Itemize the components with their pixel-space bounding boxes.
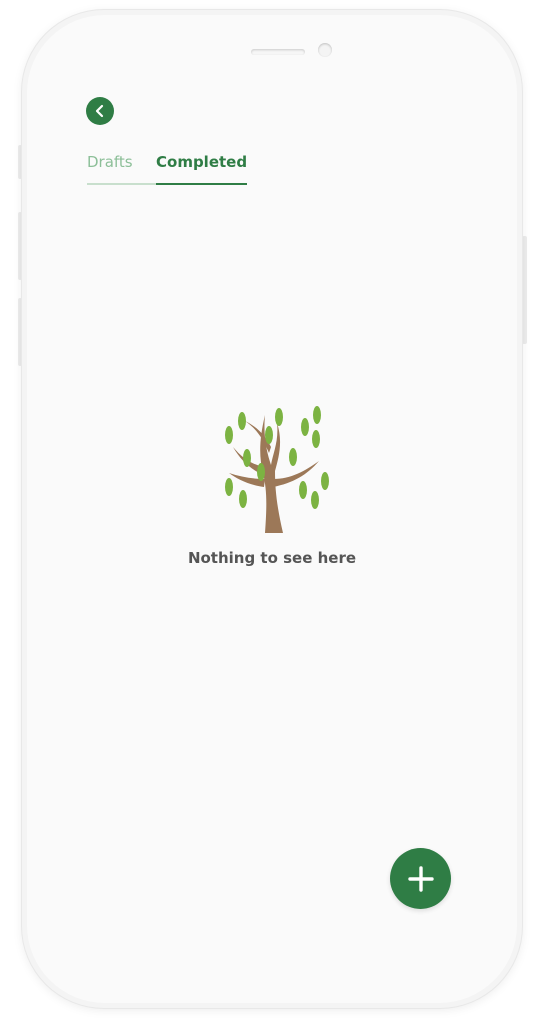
- back-button[interactable]: [86, 97, 114, 125]
- tab-drafts[interactable]: Drafts: [87, 153, 156, 185]
- chevron-left-icon: [95, 104, 104, 118]
- tab-completed[interactable]: Completed: [156, 153, 248, 185]
- front-camera: [318, 43, 332, 57]
- power-button: [522, 236, 527, 344]
- earpiece-speaker: [251, 49, 305, 55]
- plus-icon: [407, 865, 434, 892]
- add-button[interactable]: [390, 848, 451, 909]
- empty-state: Nothing to see here: [27, 395, 517, 567]
- tab-drafts-label: Drafts: [87, 153, 133, 171]
- tree-icon: [225, 406, 329, 533]
- tab-bar: Drafts Completed: [87, 153, 248, 185]
- tab-drafts-underline: [87, 183, 156, 185]
- tab-completed-label: Completed: [156, 153, 248, 171]
- device-frame: Drafts Completed Nothing to see here: [0, 0, 540, 1019]
- empty-state-message: Nothing to see here: [187, 549, 357, 567]
- app-screen: Drafts Completed Nothing to see here: [27, 15, 517, 1003]
- tab-completed-underline: [156, 183, 248, 185]
- phone-body: Drafts Completed Nothing to see here: [22, 10, 522, 1008]
